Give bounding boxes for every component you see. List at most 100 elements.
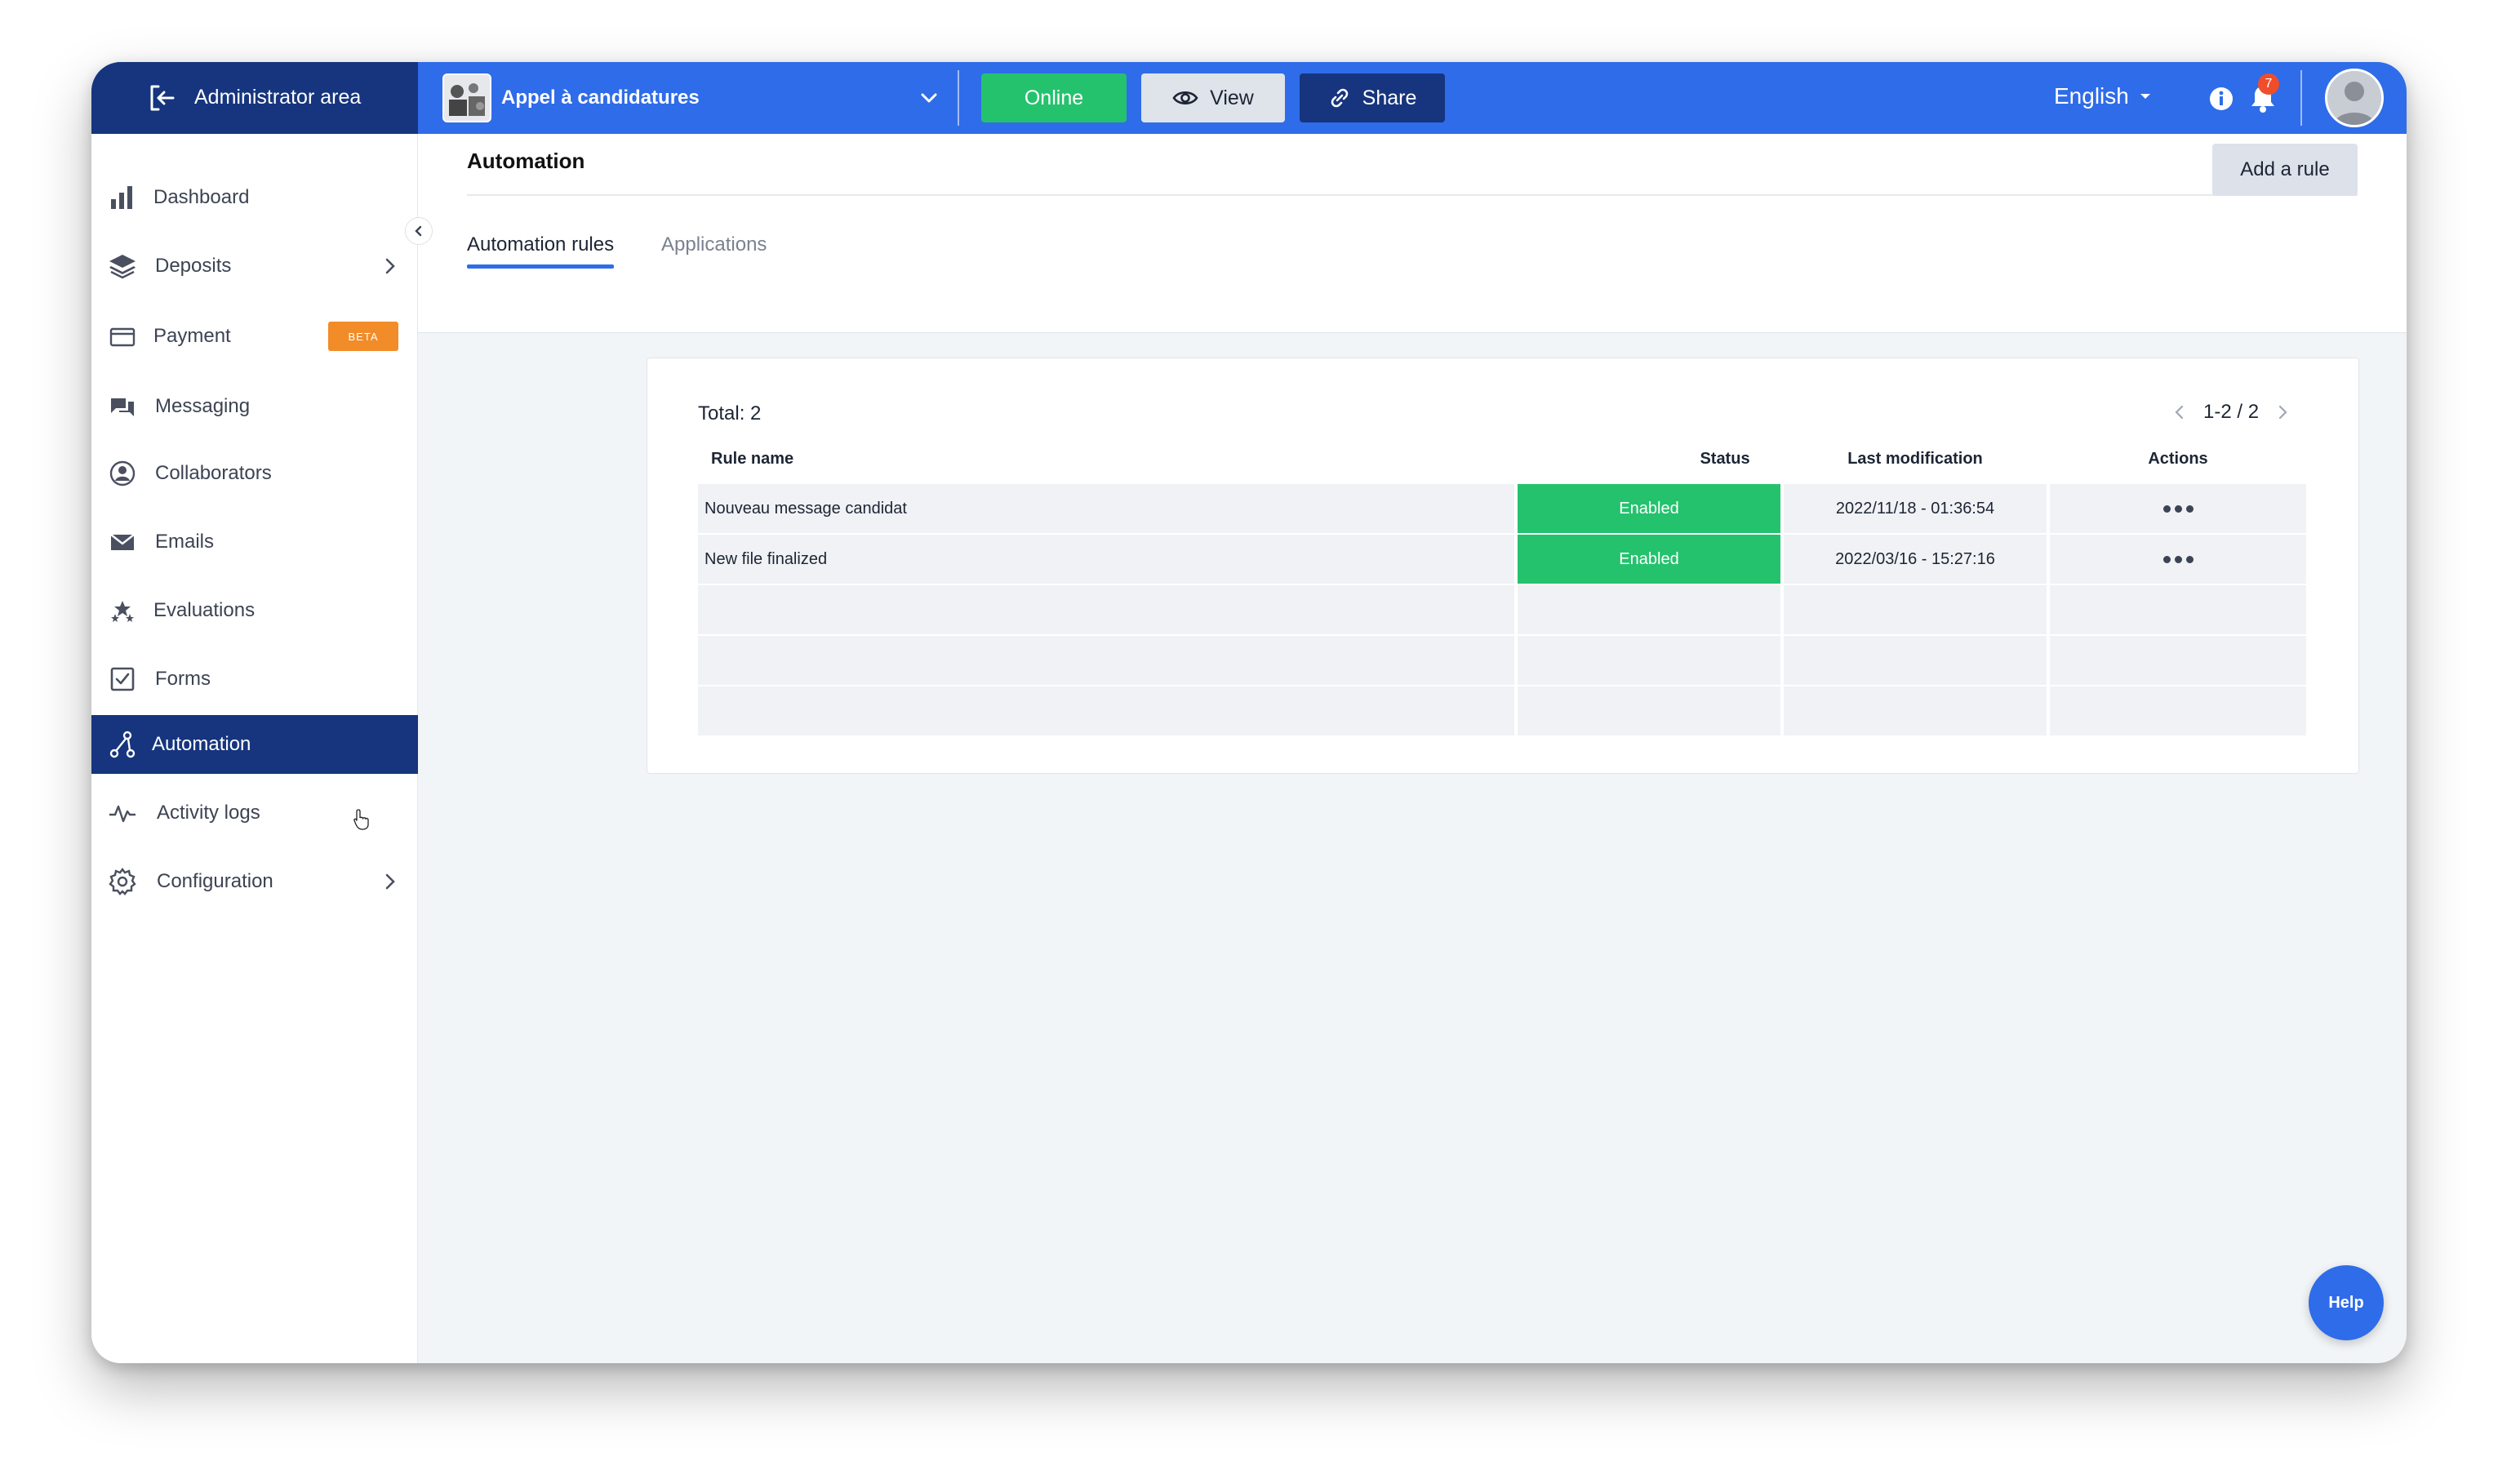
- collapse-sidebar-button[interactable]: [405, 217, 433, 245]
- language-label: English: [2054, 83, 2129, 109]
- empty-table-row: [698, 686, 2306, 735]
- top-bar: Administrator area Appel à candidatures: [91, 62, 2407, 134]
- user-avatar[interactable]: [2325, 69, 2384, 127]
- exit-icon: [150, 85, 175, 111]
- sidebar-item-label: Messaging: [155, 395, 251, 417]
- sidebar-item-label: Collaborators: [155, 462, 272, 484]
- sidebar-item-payment[interactable]: Payment BETA: [91, 307, 418, 366]
- last-modification-cell: 2022/03/16 - 15:27:16: [1784, 535, 2047, 584]
- administrator-area-label: Administrator area: [194, 86, 362, 109]
- online-label: Online: [1024, 86, 1084, 109]
- beta-badge: BETA: [328, 322, 398, 351]
- sidebar: Dashboard Deposits Payment BETA Messagin…: [91, 134, 418, 1363]
- column-header-last-modification: Last modification: [1847, 450, 1983, 468]
- topbar-divider: [2300, 70, 2302, 126]
- view-label: View: [1210, 86, 1254, 109]
- sidebar-item-evaluations[interactable]: Evaluations: [91, 581, 418, 640]
- chevron-left-icon: [415, 225, 422, 237]
- tab-label: Automation rules: [467, 233, 615, 255]
- sidebar-item-label: Forms: [155, 668, 211, 690]
- empty-table-row: [698, 636, 2306, 685]
- view-button[interactable]: View: [1141, 73, 1285, 122]
- rule-name-cell: New file finalized: [698, 535, 1514, 584]
- project-image-icon: [444, 75, 490, 121]
- chevron-down-icon: [921, 93, 937, 103]
- share-link-icon: [1331, 88, 1348, 108]
- automation-icon: [109, 731, 136, 758]
- empty-cell: [698, 686, 1514, 735]
- topbar-divider: [958, 70, 959, 126]
- gear-icon: [109, 868, 136, 895]
- sidebar-item-automation[interactable]: Automation: [91, 715, 418, 774]
- share-button[interactable]: Share: [1300, 73, 1445, 122]
- table-row[interactable]: Nouveau message candidat Enabled 2022/11…: [698, 484, 2306, 533]
- layers-icon: [109, 255, 136, 279]
- last-modification-cell: 2022/11/18 - 01:36:54: [1784, 484, 2047, 533]
- chevron-left-icon[interactable]: [2171, 403, 2189, 421]
- sidebar-item-configuration[interactable]: Configuration: [91, 852, 418, 911]
- tab-automation-rules[interactable]: Automation rules: [467, 233, 614, 256]
- tab-applications[interactable]: Applications: [661, 233, 767, 256]
- sidebar-item-messaging[interactable]: Messaging: [91, 377, 418, 436]
- info-icon[interactable]: [2207, 85, 2235, 113]
- status-badge: Enabled: [1518, 484, 1780, 533]
- tab-label: Applications: [661, 233, 767, 255]
- help-button[interactable]: Help: [2309, 1265, 2384, 1340]
- project-selector[interactable]: Appel à candidatures: [442, 73, 957, 122]
- credit-card-icon: [109, 327, 136, 347]
- bar-chart-icon: [111, 186, 132, 209]
- sidebar-item-label: Configuration: [157, 870, 273, 892]
- pagination: 1-2 / 2: [2171, 401, 2291, 424]
- add-rule-label: Add a rule: [2240, 158, 2330, 180]
- rule-name-cell: Nouveau message candidat: [698, 484, 1514, 533]
- share-label: Share: [1362, 86, 1417, 109]
- sidebar-item-dashboard[interactable]: Dashboard: [91, 168, 418, 227]
- empty-cell: [1784, 686, 2047, 735]
- project-title: Appel à candidatures: [501, 87, 700, 109]
- user-silhouette-icon: [2327, 71, 2381, 125]
- empty-cell: [698, 585, 1514, 634]
- total-count: Total: 2: [698, 402, 762, 424]
- active-tab-indicator: [467, 264, 614, 269]
- more-options-icon[interactable]: [2162, 555, 2194, 563]
- table-row[interactable]: New file finalized Enabled 2022/03/16 - …: [698, 535, 2306, 584]
- empty-cell: [1518, 636, 1780, 685]
- more-options-icon[interactable]: [2162, 504, 2194, 513]
- empty-cell: [698, 636, 1514, 685]
- sidebar-item-forms[interactable]: Forms: [91, 650, 418, 709]
- header-divider: [467, 194, 2358, 196]
- status-badge: Enabled: [1518, 535, 1780, 584]
- envelope-icon: [110, 534, 135, 550]
- user-circle-icon: [109, 460, 136, 487]
- app-window: Administrator area Appel à candidatures: [91, 62, 2407, 1363]
- mouse-pointer-icon: [353, 809, 369, 830]
- actions-cell: [2050, 535, 2306, 584]
- automation-rules-card: Total: 2 1-2 / 2 Rule name Status Last m…: [647, 358, 2359, 774]
- empty-cell: [1784, 585, 2047, 634]
- empty-cell: [1518, 686, 1780, 735]
- notification-badge: 7: [2258, 73, 2279, 95]
- sidebar-item-deposits[interactable]: Deposits: [91, 237, 418, 295]
- sidebar-item-label: Automation: [152, 733, 251, 755]
- column-header-actions: Actions: [2148, 450, 2208, 468]
- sidebar-item-emails[interactable]: Emails: [91, 513, 418, 571]
- sidebar-item-label: Deposits: [155, 255, 232, 277]
- administrator-area-button[interactable]: Administrator area: [91, 62, 418, 134]
- activity-icon: [109, 805, 136, 823]
- add-rule-button[interactable]: Add a rule: [2212, 144, 2358, 196]
- chevron-right-icon[interactable]: [2274, 403, 2291, 421]
- online-button[interactable]: Online: [981, 73, 1127, 122]
- sidebar-item-label: Evaluations: [153, 599, 256, 621]
- sidebar-item-label: Activity logs: [157, 802, 260, 824]
- sidebar-item-label: Emails: [155, 531, 215, 553]
- sidebar-item-label: Dashboard: [153, 186, 250, 208]
- help-label: Help: [2328, 1293, 2364, 1312]
- actions-cell: [2050, 484, 2306, 533]
- column-header-rule-name: Rule name: [711, 450, 794, 468]
- chevron-right-icon: [385, 258, 395, 274]
- empty-cell: [1784, 636, 2047, 685]
- sidebar-item-collaborators[interactable]: Collaborators: [91, 444, 418, 503]
- language-selector[interactable]: English: [2054, 83, 2152, 109]
- empty-table-row: [698, 585, 2306, 634]
- stars-icon: [111, 601, 134, 622]
